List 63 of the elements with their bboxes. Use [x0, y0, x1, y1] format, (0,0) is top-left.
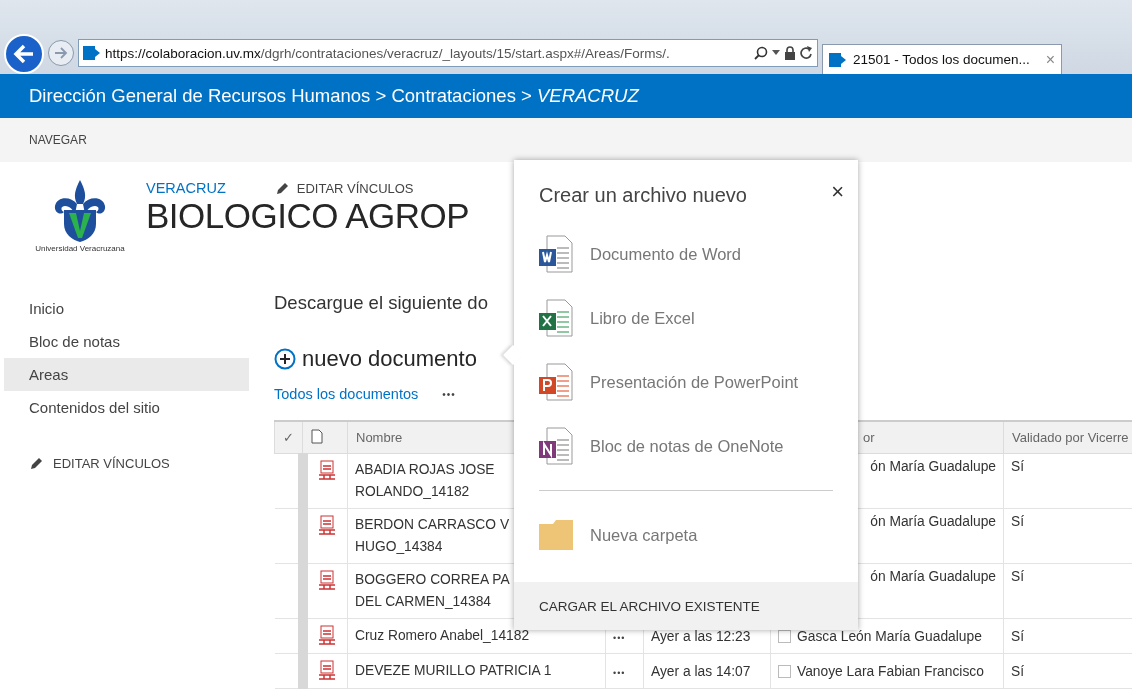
onenote-file-icon [539, 427, 573, 465]
checkbox[interactable] [778, 665, 791, 679]
pdf-file-icon [318, 515, 337, 537]
edit-links-link[interactable]: EDITAR VÍNCULOS [275, 180, 414, 196]
pencil-icon [275, 181, 289, 195]
sidebar-item[interactable]: Contenidos del sitio [4, 391, 249, 424]
breadcrumb: Dirección General de Recursos Humanos > Contrataciones > VERACRUZ [29, 85, 639, 107]
pdf-file-icon [318, 460, 337, 482]
column-header[interactable]: Validado por Vicerre [1003, 421, 1132, 454]
search-icon[interactable] [754, 46, 768, 60]
table-cell: DEVEZE MURILLO PATRICIA 1 [347, 653, 606, 689]
item-menu-button[interactable]: ••• [613, 632, 626, 643]
powerpoint-file-icon [539, 363, 573, 401]
word-file-icon [539, 235, 573, 273]
table-cell: Sí [1003, 453, 1132, 509]
new-document-link[interactable]: nuevo documento [274, 346, 477, 372]
plus-circle-icon [274, 348, 296, 370]
close-tab-button[interactable]: × [1045, 50, 1055, 69]
tab-title: 21501 - Todos los documen... [853, 52, 1030, 67]
pdf-file-icon [318, 660, 337, 682]
upload-existing-link[interactable]: CARGAR EL ARCHIVO EXISTENTE [514, 582, 858, 630]
navigate-label[interactable]: NAVEGAR [29, 133, 87, 147]
sidebar-item[interactable]: Bloc de notas [4, 325, 249, 358]
pdf-file-icon [318, 625, 337, 647]
table-cell: Vanoye Lara Fabian Francisco [770, 653, 1004, 689]
fleur-de-lis-logo-icon [52, 180, 108, 242]
sidebar-item[interactable]: Inicio [4, 292, 249, 325]
parent-site-link[interactable]: VERACRUZ [146, 180, 226, 196]
item-menu-button[interactable]: ••• [613, 667, 626, 678]
logo-caption: Universidad Veracruzana [35, 244, 125, 253]
table-cell: Sí [1003, 563, 1132, 619]
create-file-option[interactable]: Documento de Word [539, 234, 833, 274]
table-cell: Sí [1003, 618, 1132, 654]
sidebar-item[interactable]: Areas [4, 358, 249, 391]
site-title: BIOLOGICO AGROP [146, 196, 470, 236]
site-icon [829, 51, 847, 68]
back-button[interactable] [4, 34, 44, 74]
folder-icon [539, 520, 573, 550]
document-icon [311, 428, 323, 444]
intro-text: Descargue el siguiente do [274, 292, 488, 314]
table-cell: Sí [1003, 508, 1132, 564]
forward-arrow-icon [54, 47, 68, 59]
refresh-icon[interactable] [800, 46, 813, 60]
browser-tab[interactable]: 21501 - Todos los documen... × [822, 44, 1062, 74]
close-button[interactable]: × [831, 176, 844, 207]
checkbox[interactable] [778, 630, 791, 644]
select-all-header[interactable]: ✓ [274, 421, 303, 454]
create-file-option[interactable]: Libro de Excel [539, 298, 833, 338]
view-link[interactable]: Todos los documentos [274, 386, 419, 402]
view-menu-button[interactable]: ••• [442, 388, 456, 400]
dropdown-caret-icon[interactable] [772, 50, 780, 56]
pencil-icon [30, 457, 43, 470]
site-icon [83, 45, 101, 61]
create-file-option[interactable]: Presentación de PowerPoint [539, 362, 833, 402]
table-cell: Sí [1003, 653, 1132, 689]
lock-icon [784, 46, 796, 60]
address-field[interactable]: https://colaboracion.uv.mx/dgrh/contrataciones/veracruz/_layouts/15/start.aspx#/Areas/Forms/. [78, 39, 818, 67]
excel-file-icon [539, 299, 573, 337]
pdf-file-icon [318, 570, 337, 592]
back-arrow-icon [13, 44, 35, 64]
table-cell: Ayer a las 14:07 [643, 653, 771, 689]
popup-title: Crear un archivo nuevo [539, 184, 747, 207]
edit-links-link[interactable]: EDITAR VÍNCULOS [30, 456, 249, 471]
